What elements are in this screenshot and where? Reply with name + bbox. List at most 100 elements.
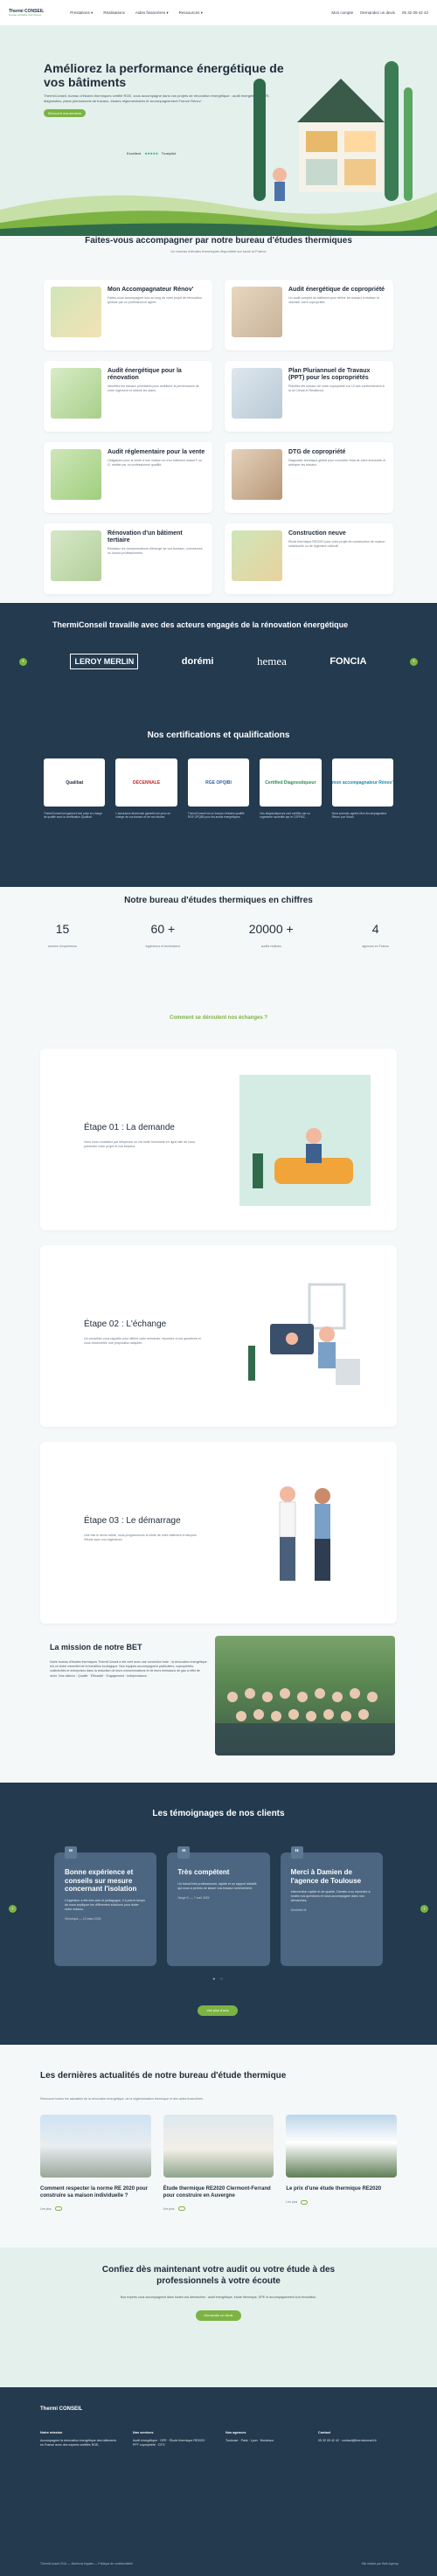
certs-grid: Qualibat ThermiConseil est garant d'une p… (44, 758, 393, 820)
site-header: Thermi CONSEIL bureau d'études thermique… (0, 0, 437, 26)
cta-button[interactable]: Demander un devis (196, 2310, 241, 2321)
stats-section: Notre bureau d'études thermiques en chif… (0, 896, 437, 948)
cert-badge: mon accompagnateur Rénov' (331, 758, 393, 807)
service-text: Un audit complet du bâtiment pour défini… (288, 296, 379, 304)
service-card[interactable]: Audit réglementaire pour la vente Obligat… (44, 442, 212, 513)
service-image (232, 368, 282, 419)
step-text: Vous nous contactez par téléphone ou via… (84, 1140, 196, 1148)
footer-column: Nos agences Toulouse · Paris · Lyon · Bor… (225, 2431, 306, 2448)
testimonial-prev-icon[interactable]: ‹ (9, 1905, 17, 1913)
read-more-link[interactable]: Lire plus (286, 2199, 397, 2205)
stats-title: Notre bureau d'études thermiques en chif… (124, 896, 313, 905)
hero: Améliorez la performance énergétique de … (0, 26, 437, 236)
news-card[interactable]: Le prix d'une étude thermique RE2020 Lire… (286, 2115, 398, 2211)
copyright[interactable]: ThermiConseil 2024 — Mentions légales — … (40, 2562, 133, 2566)
carousel-next-icon[interactable]: › (409, 657, 418, 666)
testimonial-title: Très compétent (177, 1868, 230, 1876)
step-card: Étape 03 : Le démarrage Une fois le devi… (40, 1442, 397, 1624)
service-image (232, 449, 282, 500)
testimonial-text: L'ingénieur a été très clair et pédagogu… (65, 1898, 145, 1911)
cert-badge: RGE OPQIBI (187, 758, 250, 807)
news-card[interactable]: Comment respecter la norme RE 2020 pour … (40, 2115, 151, 2211)
service-image (51, 449, 101, 500)
footer-col-text[interactable]: Toulouse · Paris · Lyon · Bordeaux (225, 2439, 274, 2442)
cert-text: ThermiConseil est un bureau d'études qua… (187, 812, 245, 820)
news-image (286, 2115, 398, 2178)
partner-logo: LEROY MERLIN (70, 654, 139, 669)
services-grid: Mon Accompagnateur Rénov' Faites-vous acc… (44, 280, 393, 594)
mission-title: La mission de notre BET (50, 1643, 142, 1652)
stat-item: 60 + ingénieurs et techniciens (146, 922, 181, 952)
cert-text: L'assurance décennale garantit une prise… (115, 812, 171, 820)
nav-realisations[interactable]: Réalisations (103, 10, 125, 16)
service-title: Mon Accompagnateur Rénov' (108, 287, 194, 293)
stat-label: audits réalisés (260, 945, 281, 948)
services-title: Faites-vous accompagner par notre bureau… (85, 236, 352, 246)
footer-col-text[interactable]: 05 32 09 42 42 · contact@thermiconseil.f… (318, 2439, 377, 2442)
hero-title: Améliorez la performance énergétique de … (44, 61, 284, 89)
service-title: Rénovation d'un bâtiment tertiaire (108, 530, 183, 544)
service-card[interactable]: Plan Pluriannuel de Travaux (PPT) pour l… (225, 361, 393, 432)
more-reviews-button[interactable]: Voir plus d'avis (198, 2005, 238, 2016)
rating-stars: ★★★★★ (144, 151, 158, 156)
service-text: Réduisez les consommations d'énergie de … (108, 547, 203, 555)
testimonial-title: Merci à Damien de l'agence de Toulouse (290, 1868, 362, 1885)
news-title: Les dernières actualités de notre bureau… (40, 2071, 287, 2081)
news-card-title: Comment respecter la norme RE 2020 pour … (40, 2186, 149, 2199)
service-title: Audit énergétique de copropriété (288, 287, 385, 293)
service-text: Obligatoire pour la vente d'une maison o… (108, 459, 203, 467)
services-section: Faites-vous accompagner par notre bureau… (0, 236, 437, 594)
logo-sub: bureau d'études thermiques (9, 12, 42, 17)
service-card[interactable]: Mon Accompagnateur Rénov' Faites-vous acc… (44, 280, 212, 350)
carousel-prev-icon[interactable]: ‹ (19, 657, 27, 666)
cert-item: Certified Diagnostiqueur Nos diagnostique… (260, 758, 322, 820)
credit[interactable]: Site réalisé par Web Agency (361, 2562, 399, 2566)
testimonial-card: “ Très compétent Un travail très professio… (167, 1846, 270, 1966)
footer-column: Nos services Audit énergétique · DPE · Ét… (133, 2431, 213, 2448)
service-text: Diagnostic technique global pour connaît… (288, 459, 386, 467)
footer-col-title: Nos services (133, 2431, 154, 2434)
testimonials-section: Les témoignages de nos clients ‹ › “ Bonn… (0, 1783, 437, 2045)
read-more-label: Lire plus (40, 2206, 52, 2211)
service-card[interactable]: DTG de copropriété Diagnostic technique g… (225, 442, 393, 513)
hero-cta-button[interactable]: Découvrir nos services (44, 109, 86, 117)
read-more-link[interactable]: Lire plus (163, 2206, 274, 2211)
contact-cta-section: Confiez dès maintenant votre audit ou vo… (0, 2247, 437, 2387)
carousel-dots[interactable]: ● ○ (0, 1977, 437, 1982)
quote-link[interactable]: Demandez un devis (360, 10, 395, 15)
testimonial-author: Dorothée M. (290, 1908, 308, 1912)
news-image (163, 2115, 274, 2178)
service-title: Audit énergétique pour la rénovation (108, 368, 182, 381)
service-card[interactable]: Rénovation d'un bâtiment tertiaire Réduis… (44, 523, 212, 594)
news-image (40, 2115, 151, 2178)
service-image (51, 368, 101, 419)
partner-logo: dorémi (181, 656, 214, 667)
service-card[interactable]: Audit énergétique pour la rénovation Iden… (44, 361, 212, 432)
footer-col-title: Nos agences (225, 2431, 246, 2434)
step-title: Étape 03 : Le démarrage (84, 1516, 181, 1526)
news-card[interactable]: Étude thermique RE2020 Clermont-Ferrand … (163, 2115, 274, 2211)
phone-number[interactable]: 05 32 09 42 42 (402, 10, 428, 15)
service-card[interactable]: Construction neuve Étude thermique RE2020… (225, 523, 393, 594)
nav-ressources[interactable]: Ressources ▾ (179, 10, 203, 16)
testimonial-author: Véronique — 12 mars 2024 (65, 1916, 101, 1921)
trustpilot-rating[interactable]: Excellent ★★★★★ Trustpilot (127, 151, 176, 156)
partners-title: ThermiConseil travaille avec des acteurs… (52, 620, 349, 629)
footer-col-text[interactable]: Audit énergétique · DPE · Étude thermiqu… (133, 2439, 207, 2447)
nav-prestations[interactable]: Prestations ▾ (70, 10, 93, 16)
testimonial-next-icon[interactable]: › (420, 1905, 428, 1913)
footer-logo[interactable]: Thermi CONSEIL (40, 2406, 82, 2412)
partners-carousel: ‹ LEROY MERLIN dorémi hemea FONCIA › (19, 654, 418, 669)
service-image (232, 287, 282, 337)
main-nav: Prestations ▾ Réalisations Aides financi… (70, 10, 203, 16)
account-link[interactable]: Mon compte (331, 10, 353, 15)
site-logo[interactable]: Thermi CONSEIL bureau d'études thermique… (9, 9, 44, 17)
service-text: Faites-vous accompagner tout au long de … (108, 296, 202, 304)
nav-aides[interactable]: Aides financières ▾ (135, 10, 169, 16)
service-card[interactable]: Audit énergétique de copropriété Un audit… (225, 280, 393, 350)
read-more-link[interactable]: Lire plus (40, 2206, 151, 2211)
arrow-right-icon (301, 2199, 309, 2205)
step-text: Un conseiller vous rappelle pour affiner… (84, 1337, 201, 1345)
step-card: Étape 01 : La demande Vous nous contacte… (40, 1049, 397, 1230)
footer-bottom: ThermiConseil 2024 — Mentions légales — … (40, 2562, 399, 2566)
